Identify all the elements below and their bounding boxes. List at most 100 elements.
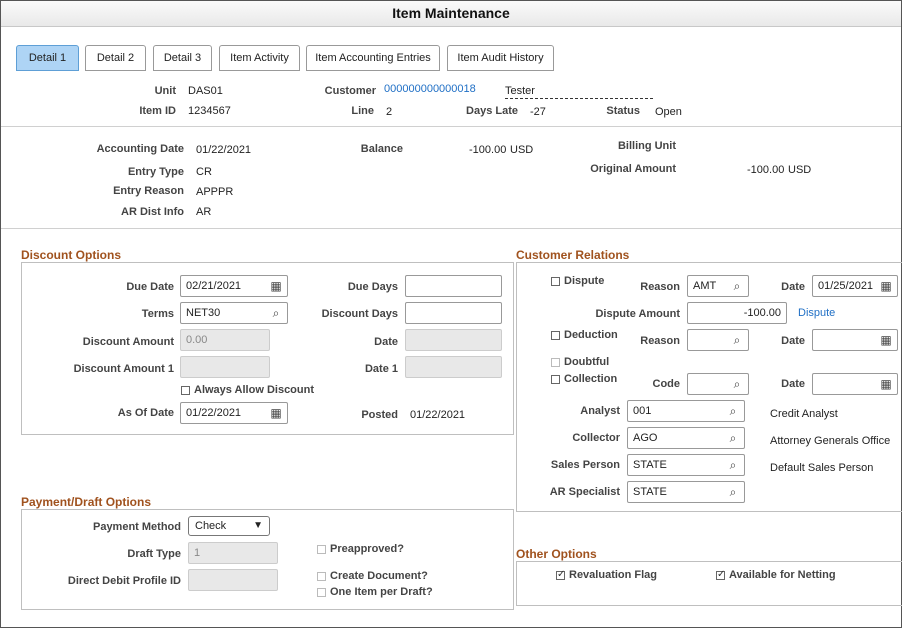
tab-item-accounting-entries[interactable]: Item Accounting Entries [306,45,440,71]
search-icon[interactable]: ⌕ [730,333,744,347]
customer-link[interactable]: 000000000000018 [384,83,476,95]
sales-person-input[interactable]: STATE ⌕ [627,454,745,476]
due-date-input[interactable]: 02/21/2021 ▦ [180,275,288,297]
terms-input[interactable]: NET30 ⌕ [180,302,288,324]
due-date-label: Due Date [126,281,174,293]
customer-label: Customer [324,85,376,97]
payment-draft-options-title: Payment/Draft Options [21,495,152,509]
code-label: Code [652,378,681,390]
deduction-reason-label: Reason [640,335,680,347]
calendar-icon[interactable]: ▦ [879,333,893,347]
create-document-label: Create Document? [330,570,428,582]
collection-date-label: Date [781,378,805,390]
tab-item-audit-history[interactable]: Item Audit History [447,45,554,71]
tab-detail-1[interactable]: Detail 1 [16,45,79,71]
entry-type-value: CR [196,166,212,178]
search-icon[interactable]: ⌕ [730,377,744,391]
tab-item-activity[interactable]: Item Activity [219,45,300,71]
due-days-label: Due Days [347,281,398,293]
ar-dist-label: AR Dist Info [121,206,184,218]
as-of-date-label: As Of Date [117,407,174,419]
accounting-date-label: Accounting Date [96,143,184,155]
days-late-label: Days Late [466,105,518,117]
item-id-label: Item ID [139,105,176,117]
billing-unit-label: Billing Unit [617,140,676,152]
line-label: Line [351,105,374,117]
accounting-date-value: 01/22/2021 [196,144,252,156]
dispute-checkbox[interactable] [551,277,560,286]
page-title: Item Maintenance [1,1,901,27]
chevron-down-icon: ▼ [253,520,263,531]
analyst-input[interactable]: 001 ⌕ [627,400,745,422]
original-amount-currency: USD [788,164,812,176]
calendar-icon[interactable]: ▦ [269,279,283,293]
payment-method-select[interactable]: Check ▼ [188,516,270,536]
dispute-amount-label: Dispute Amount [595,308,680,320]
calendar-icon[interactable]: ▦ [879,377,893,391]
customer-name: Tester [505,85,653,99]
discount-amount-input: 0.00 [180,329,270,351]
dispute-date-input[interactable]: 01/25/2021 ▦ [812,275,898,297]
discount-amount-1-input [180,356,270,378]
search-icon[interactable]: ⌕ [726,485,740,499]
discount-days-input[interactable] [405,302,502,324]
date-1-label: Date 1 [364,363,398,375]
available-for-netting-checkbox[interactable] [716,569,725,580]
date-label: Date [374,336,398,348]
entry-type-label: Entry Type [127,166,184,178]
tab-detail-3[interactable]: Detail 3 [153,45,212,71]
calendar-icon[interactable]: ▦ [879,279,893,293]
dispute-amount-input[interactable]: -100.00 [687,302,787,324]
collector-input[interactable]: AGO ⌕ [627,427,745,449]
collection-date-input[interactable]: ▦ [812,373,898,395]
as-of-date-input[interactable]: 01/22/2021 ▦ [180,402,288,424]
one-item-per-draft-checkbox [317,588,326,597]
draft-type-label: Draft Type [127,548,181,560]
balance-currency: USD [510,144,534,156]
search-icon[interactable]: ⌕ [726,404,740,418]
discount-days-label: Discount Days [321,308,398,320]
sales-person-label: Sales Person [550,459,620,471]
deduction-date-input[interactable]: ▦ [812,329,898,351]
ar-specialist-input[interactable]: STATE ⌕ [627,481,745,503]
direct-debit-profile-label: Direct Debit Profile ID [67,575,181,587]
original-amount-label: Original Amount [590,163,676,175]
analyst-label: Analyst [580,405,620,417]
days-late-value: -27 [530,106,546,118]
dispute-date-label: Date [781,281,805,293]
discount-amount-label: Discount Amount [82,336,174,348]
collector-label: Collector [572,432,620,444]
original-amount-value: -100.00 [747,164,785,176]
status-label: Status [606,105,640,117]
dispute-link[interactable]: Dispute [798,307,835,319]
posted-value: 01/22/2021 [410,409,466,421]
tab-detail-2[interactable]: Detail 2 [85,45,146,71]
terms-label: Terms [141,308,174,320]
preapproved-checkbox [317,545,326,554]
payment-method-label: Payment Method [92,521,181,533]
unit-label: Unit [154,85,176,97]
customer-relations-title: Customer Relations [516,248,630,262]
draft-type-input: 1 [188,542,278,564]
create-document-checkbox [317,572,326,581]
search-icon[interactable]: ⌕ [726,431,740,445]
deduction-checkbox[interactable] [551,331,560,340]
other-options-title: Other Options [516,547,597,561]
due-days-input[interactable] [405,275,502,297]
sales-person-description: Default Sales Person [770,462,874,474]
calendar-icon[interactable]: ▦ [269,406,283,420]
discount-amount-1-label: Discount Amount 1 [73,363,174,375]
dispute-reason-input[interactable]: AMT ⌕ [687,275,749,297]
doubtful-label: Doubtful [564,356,610,368]
collection-checkbox[interactable] [551,375,560,384]
search-icon[interactable]: ⌕ [726,458,740,472]
unit-value: DAS01 [188,85,223,97]
entry-reason-value: APPPR [196,186,234,198]
revaluation-flag-checkbox[interactable] [556,569,565,580]
deduction-reason-input[interactable]: ⌕ [687,329,749,351]
code-input[interactable]: ⌕ [687,373,749,395]
search-icon[interactable]: ⌕ [730,279,744,293]
always-allow-discount-checkbox[interactable] [181,386,190,395]
posted-label: Posted [361,409,398,421]
search-icon[interactable]: ⌕ [269,306,283,320]
